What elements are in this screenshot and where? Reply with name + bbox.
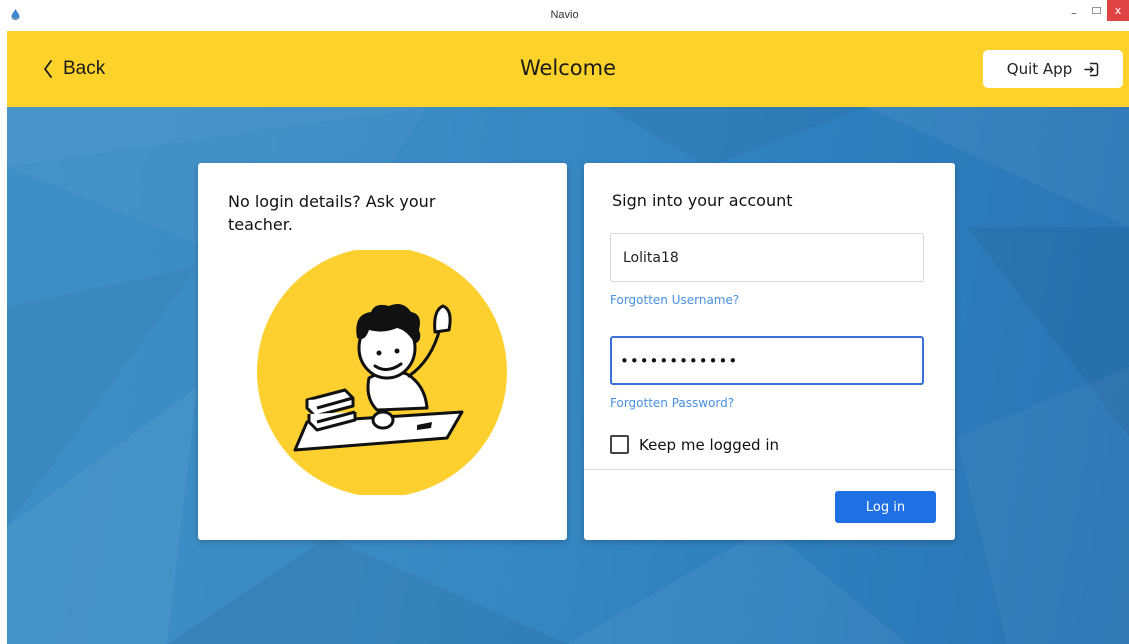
username-input[interactable]: [610, 233, 924, 282]
forgotten-username-link[interactable]: Forgotten Username?: [610, 293, 739, 307]
close-window-button[interactable]: x: [1107, 0, 1129, 21]
log-in-button[interactable]: Log in: [835, 491, 936, 523]
quit-app-label: Quit App: [1006, 60, 1073, 78]
keep-logged-in-option[interactable]: Keep me logged in: [610, 435, 779, 454]
background: [7, 107, 1129, 644]
forgotten-password-link[interactable]: Forgotten Password?: [610, 396, 734, 410]
keep-logged-in-checkbox[interactable]: [610, 435, 629, 454]
page-title: Welcome: [519, 56, 617, 80]
student-raising-hand-illustration: [257, 250, 507, 495]
window-title: Navio: [550, 9, 579, 21]
info-card: No login details? Ask your teacher.: [198, 163, 567, 540]
window-titlebar: Navio – x: [0, 0, 1129, 31]
background-pattern: [7, 107, 1129, 644]
login-card: Sign into your account Forgotten Usernam…: [584, 163, 955, 540]
divider: [584, 469, 955, 470]
minimize-button[interactable]: –: [1063, 2, 1085, 23]
info-heading: No login details? Ask your teacher.: [228, 192, 436, 234]
app-header: Back Welcome Quit App: [7, 31, 1129, 107]
keep-logged-in-label: Keep me logged in: [639, 435, 780, 454]
password-input[interactable]: [610, 336, 924, 385]
quit-app-button[interactable]: Quit App: [983, 50, 1123, 88]
login-heading: Sign into your account: [612, 191, 793, 210]
maximize-button[interactable]: [1085, 0, 1107, 21]
exit-icon: [1084, 62, 1099, 76]
maximize-icon: [1091, 7, 1101, 14]
